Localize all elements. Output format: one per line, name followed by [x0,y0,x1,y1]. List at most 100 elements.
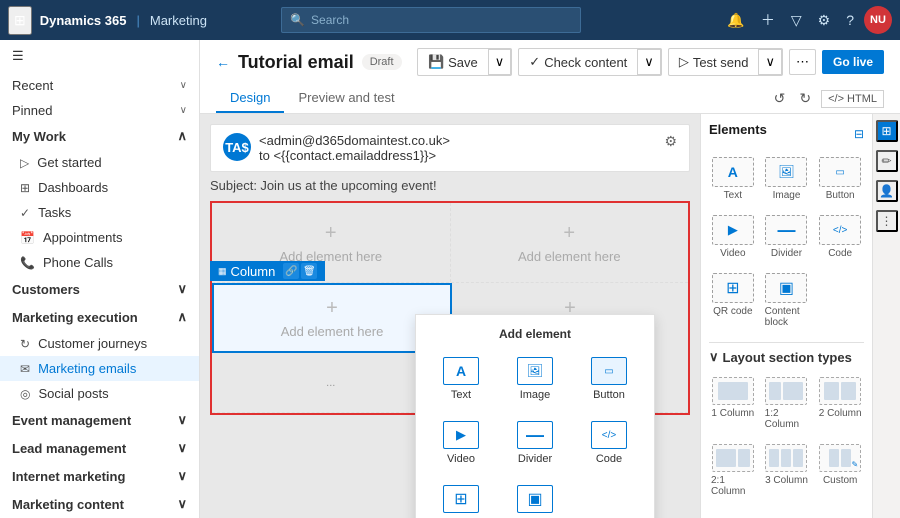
avatar[interactable]: NU [864,6,892,34]
sidebar-item-get-started[interactable]: ▷ Get started [0,150,199,175]
tab-design[interactable]: Design [216,84,284,113]
sidebar-pinned[interactable]: Pinned ∨ [0,97,199,122]
element-button[interactable]: ▭ Button [816,153,864,205]
redo-button[interactable]: ↻ [795,88,815,109]
sidebar-toggle[interactable]: ☰ [0,40,199,72]
filter-icon[interactable]: ▽ [785,8,808,33]
layout-custom-icon: ✎ [819,444,861,472]
sidebar-item-marketing-emails[interactable]: ✉ Marketing emails [0,356,199,381]
sidebar-item-tasks[interactable]: ✓ Tasks [0,200,199,225]
sidebar-event-management[interactable]: Event management ∨ [0,406,199,434]
text-icon: A [443,357,479,385]
search-icon: 🔍 [290,13,305,27]
email-settings-button[interactable]: ⚙ [664,133,677,150]
popup-code-item[interactable]: </> Code [576,415,642,471]
popup-divider-item[interactable]: — Divider [502,415,568,471]
popup-image-item[interactable]: 🖼 Image [502,351,568,407]
check-content-button[interactable]: ✓ Check content [519,50,637,74]
social-icon: ◎ [20,387,30,401]
element-content-block[interactable]: ▣ Content block [763,269,811,332]
play-icon: ▷ [20,156,29,170]
layout-custom[interactable]: ✎ Custom [816,440,864,501]
element-divider[interactable]: — Divider [763,211,811,263]
element-image[interactable]: 🖼 Image [763,153,811,205]
layout-12col[interactable]: 1:2 Column [763,373,811,434]
element-qr[interactable]: ⊞ QR code [709,269,757,332]
back-button[interactable]: ← [216,54,230,70]
element-text[interactable]: A Text [709,153,757,205]
go-live-button[interactable]: Go live [822,50,884,74]
content-block-element-icon: ▣ [765,273,807,303]
check-dropdown-button[interactable]: ∨ [637,49,661,75]
popup-content-block-item[interactable]: ▣ Content block [502,479,568,518]
popup-button-item[interactable]: ▭ Button [576,351,642,407]
sidebar-lead-management[interactable]: Lead management ∨ [0,434,199,462]
grid-icon[interactable]: ⊞ [8,6,32,35]
undo-button[interactable]: ↺ [770,88,790,109]
more-options-button[interactable]: ⋯ [789,49,816,75]
sidebar-customers[interactable]: Customers ∨ [0,275,199,303]
sidebar-item-social-posts[interactable]: ◎ Social posts [0,381,199,406]
layout-21col[interactable]: 2:1 Column [709,440,757,501]
personalise-tab-button[interactable]: 👤 [876,180,898,202]
settings-icon[interactable]: ⚙ [812,8,837,33]
sidebar-item-phone-calls[interactable]: 📞 Phone Calls [0,250,199,275]
elements-tab-button[interactable]: ⊞ [876,120,898,142]
test-send-button[interactable]: ▷ Test send [669,50,759,74]
sidebar-marketing-content[interactable]: Marketing content ∨ [0,490,199,518]
save-dropdown-button[interactable]: ∨ [488,49,512,75]
popup-video-item[interactable]: ▶ Video [428,415,494,471]
help-icon[interactable]: ? [840,8,860,32]
layout-2col[interactable]: 2 Column [816,373,864,434]
sidebar-item-dashboards[interactable]: ⊞ Dashboards [0,175,199,200]
add-icon[interactable]: ＋ [755,6,781,34]
popup-text-item[interactable]: A Text [428,351,494,407]
check-icon: ✓ [529,54,540,70]
layout-1col[interactable]: 1 Column [709,373,757,434]
test-dropdown-button[interactable]: ∨ [758,49,782,75]
extra-tab-button[interactable]: ⋮ [876,210,898,232]
add-element-top-left[interactable]: + Add element here [279,222,382,264]
save-action-group: 💾 Save ∨ [417,48,512,76]
sidebar-item-customer-journeys[interactable]: ↻ Customer journeys [0,331,199,356]
chevron-down-icon: ∨ [709,349,719,365]
column-tab-icons: 🔗 🗑 [283,263,317,279]
element-code[interactable]: </> Code [816,211,864,263]
chevron-down-icon: ∨ [177,496,187,512]
check-action-group: ✓ Check content ∨ [518,48,662,76]
popup-qr-item[interactable]: ⊞ QR code [428,479,494,518]
to-email: to <{{contact.emailaddress1}}> [259,148,450,163]
column-delete-icon[interactable]: 🗑 [301,263,317,279]
layout-section-title[interactable]: ∨ Layout section types [709,349,864,365]
image-element-icon: 🖼 [765,157,807,187]
layout-3col[interactable]: 3 Column [763,440,811,501]
test-action-group: ▷ Test send ∨ [668,48,783,76]
style-tab-button[interactable]: ✏ [876,150,898,172]
column-link-icon[interactable]: 🔗 [283,263,299,279]
save-icon: 💾 [428,54,444,70]
tab-preview[interactable]: Preview and test [284,84,408,113]
add-element-selected[interactable]: + Add element here [281,297,384,339]
add-element-top-right[interactable]: + Add element here [518,222,621,264]
placeholder-text: ... [326,377,335,389]
section-cell-2[interactable]: + Add element here [451,203,689,282]
sidebar-internet-marketing[interactable]: Internet marketing ∨ [0,462,199,490]
journey-icon: ↻ [20,337,30,351]
text-element-icon: A [712,157,754,187]
chevron-up-icon: ∧ [177,309,187,325]
sidebar-marketing-exec[interactable]: Marketing execution ∧ [0,303,199,331]
sidebar-item-appointments[interactable]: 📅 Appointments [0,225,199,250]
save-button[interactable]: 💾 Save [418,50,488,74]
sidebar-recent[interactable]: Recent ∨ [0,72,199,97]
from-email: <admin@d365domaintest.co.uk> [259,133,450,148]
qr-element-icon: ⊞ [712,273,754,303]
element-video[interactable]: ▶ Video [709,211,757,263]
tab-actions: ↺ ↻ </> HTML [770,88,884,113]
notification-icon[interactable]: 🔔 [721,8,750,33]
canvas-area[interactable]: TA$ <admin@d365domaintest.co.uk> to <{{c… [200,114,700,518]
html-button[interactable]: </> HTML [821,90,884,108]
qr-icon: ⊞ [443,485,479,513]
sidebar-my-work[interactable]: My Work ∧ [0,122,199,150]
search-input[interactable] [311,13,572,27]
panel-toggle-button[interactable]: ⊟ [854,127,864,141]
